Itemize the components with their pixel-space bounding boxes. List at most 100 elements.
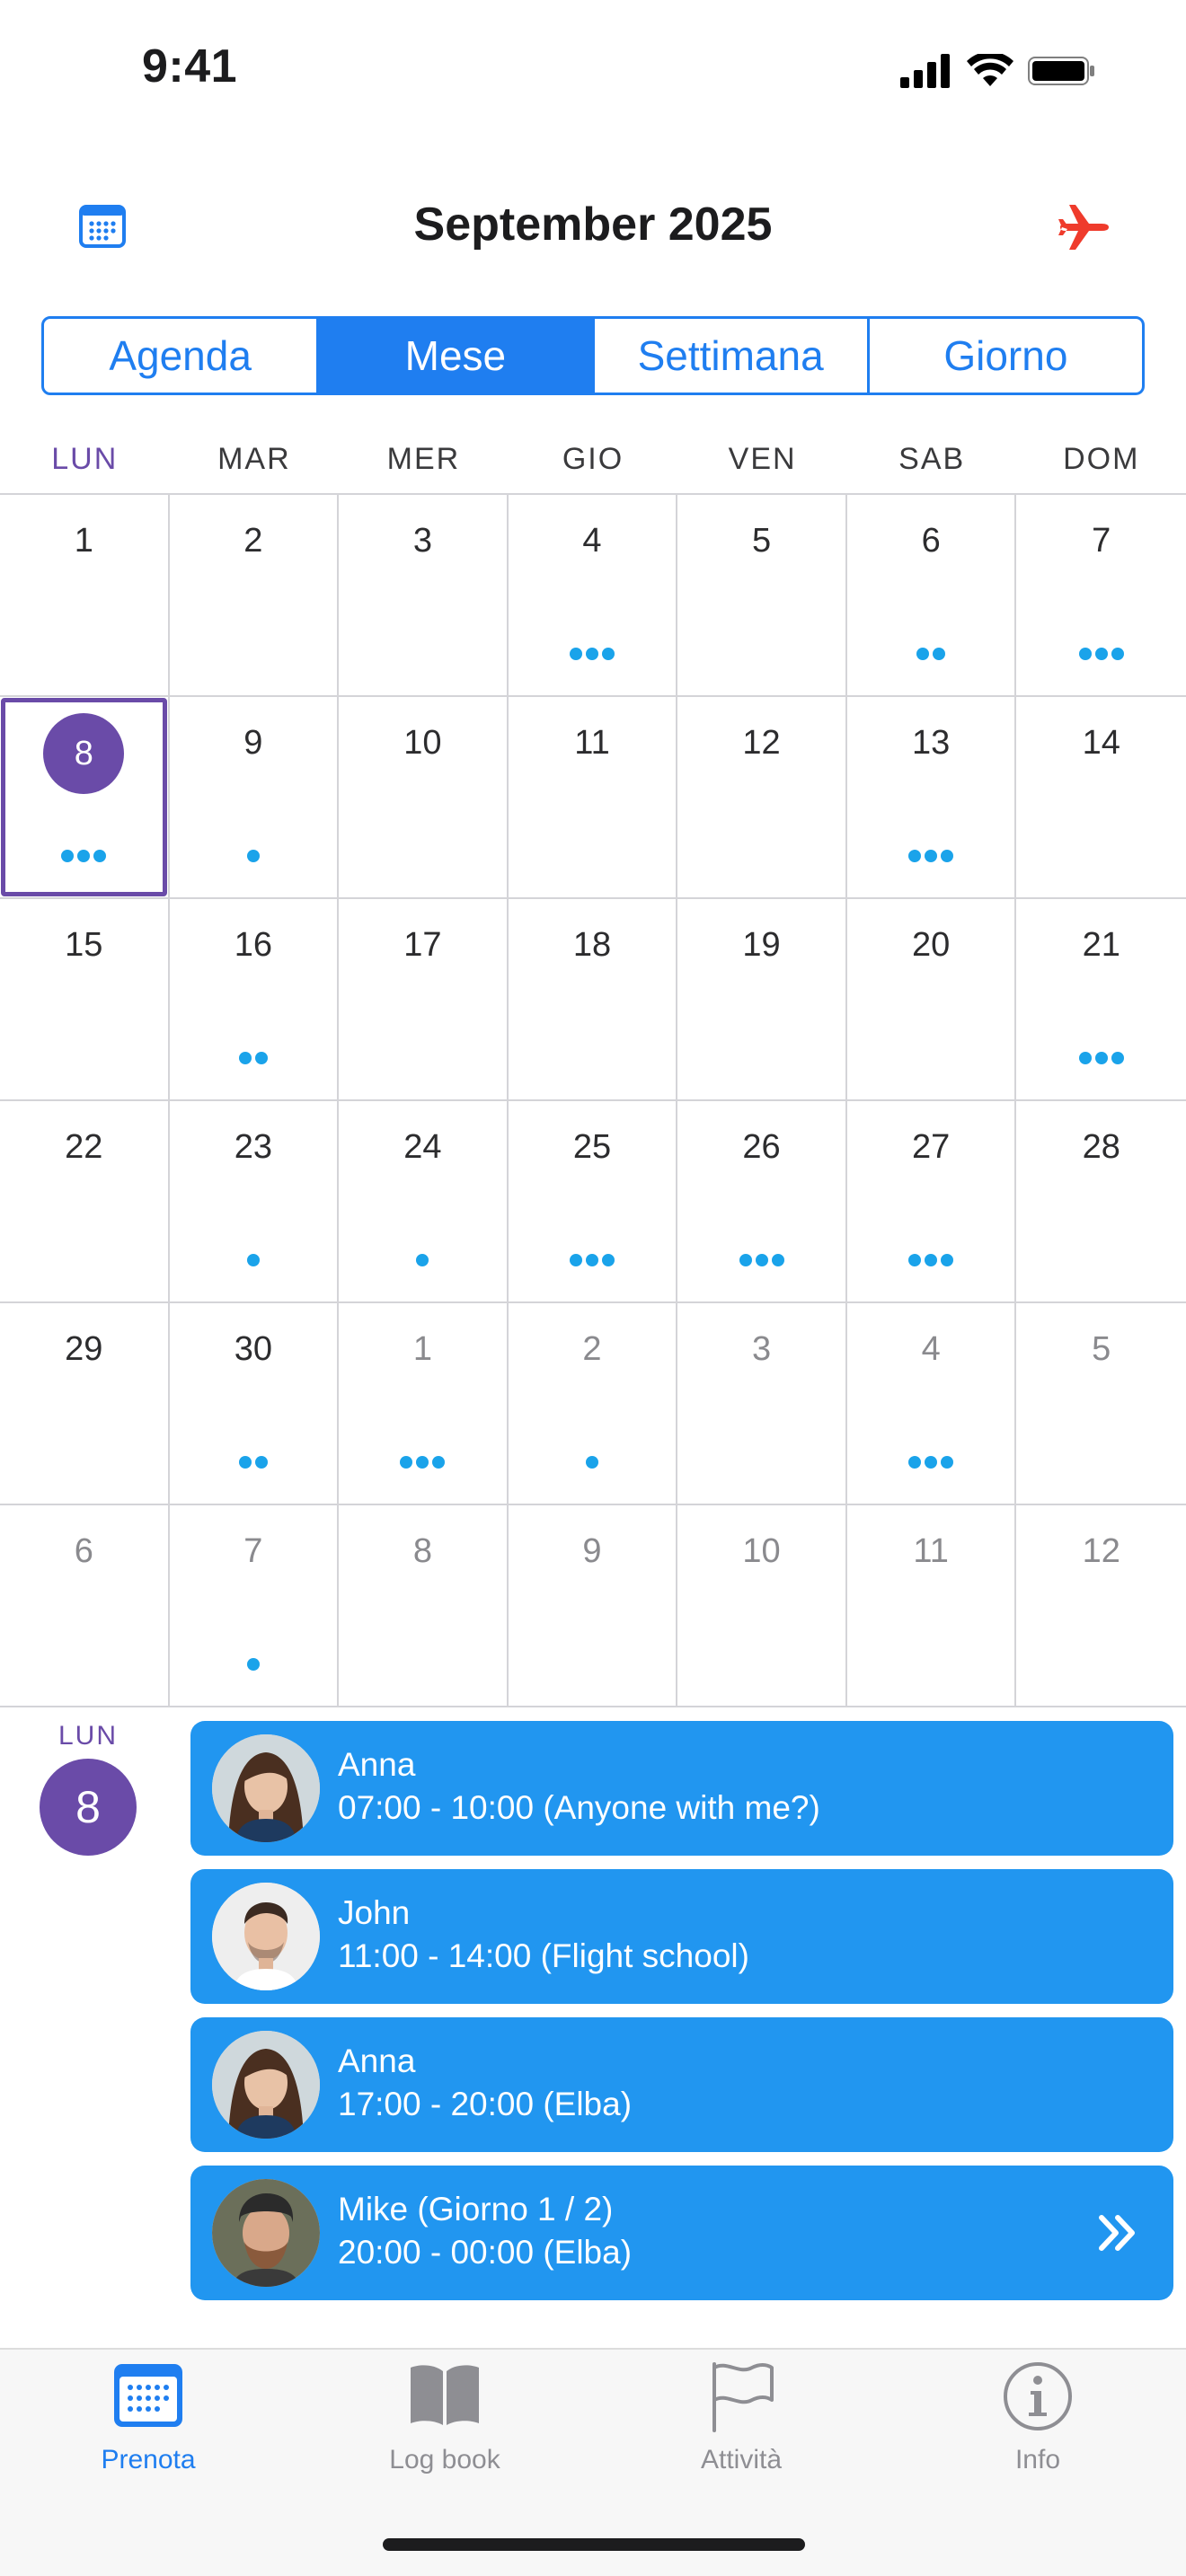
day-number: 28 xyxy=(1016,1128,1186,1167)
calendar-day[interactable]: 14 xyxy=(1016,697,1186,899)
day-number: 9 xyxy=(170,724,338,763)
tab-label: Log book xyxy=(389,2445,500,2475)
event-dot xyxy=(916,648,930,660)
day-number: 5 xyxy=(1016,1330,1186,1369)
day-number-text: 4 xyxy=(582,522,602,560)
calendar-day[interactable]: 19 xyxy=(677,899,847,1101)
home-indicator xyxy=(383,2538,805,2551)
event-pilot-name: Mike (Giorno 1 / 2) xyxy=(338,2191,614,2228)
calendar-day[interactable]: 29 xyxy=(0,1303,170,1505)
calendar-day[interactable]: 12 xyxy=(677,697,847,899)
calendar-day[interactable]: 3 xyxy=(677,1303,847,1505)
calendar-day[interactable]: 9 xyxy=(508,1505,678,1707)
calendar-day[interactable]: 6 xyxy=(846,495,1017,697)
calendar-day[interactable]: 9 xyxy=(169,697,340,899)
day-number: 15 xyxy=(0,926,168,965)
event-dots xyxy=(847,1254,1015,1266)
day-number: 23 xyxy=(170,1128,338,1167)
flight-button[interactable] xyxy=(1057,199,1112,255)
segment-giorno[interactable]: Giorno xyxy=(870,319,1142,393)
avatar xyxy=(212,2179,320,2287)
calendar-day[interactable]: 7 xyxy=(169,1505,340,1707)
event-dot xyxy=(933,648,946,660)
day-number: 14 xyxy=(1016,724,1186,763)
calendar-day[interactable]: 26 xyxy=(677,1101,847,1303)
selected-day-number: 8 xyxy=(40,1759,137,1856)
calendar-day[interactable]: 22 xyxy=(0,1101,170,1303)
calendar-day[interactable]: 21 xyxy=(1016,899,1186,1101)
day-number-text: 5 xyxy=(751,522,772,560)
calendar-day[interactable]: 2 xyxy=(508,1303,678,1505)
event-pilot-name: Anna xyxy=(338,1746,416,1783)
event-dot xyxy=(238,1456,252,1469)
day-number: 6 xyxy=(847,522,1015,560)
segment-mese[interactable]: Mese xyxy=(319,319,595,393)
day-number-text: 23 xyxy=(234,1128,272,1166)
day-number-text: 7 xyxy=(1092,522,1111,560)
event-card[interactable]: Anna 17:00 - 20:00 (Elba) xyxy=(190,2017,1173,2152)
event-card[interactable]: Mike (Giorno 1 / 2) 20:00 - 00:00 (Elba) xyxy=(190,2166,1173,2300)
calendar-day[interactable]: 8 xyxy=(339,1505,509,1707)
tab-label: Info xyxy=(1014,2445,1061,2475)
calendar-day[interactable]: 1 xyxy=(0,495,170,697)
calendar-day[interactable]: 20 xyxy=(846,899,1017,1101)
day-number-text: 2 xyxy=(582,1330,602,1368)
calendar-day[interactable]: 12 xyxy=(1016,1505,1186,1707)
day-number: 26 xyxy=(677,1128,845,1167)
calendar-day[interactable]: 17 xyxy=(339,899,509,1101)
tab-prenota[interactable]: Prenota xyxy=(0,2350,296,2493)
calendar-day[interactable]: 18 xyxy=(508,899,678,1101)
calendar-day[interactable]: 6 xyxy=(0,1505,170,1707)
day-number-text: 3 xyxy=(412,522,432,560)
day-number: 12 xyxy=(677,724,845,763)
event-pilot-name: John xyxy=(338,1894,411,1931)
calendar-day[interactable]: 30 xyxy=(169,1303,340,1505)
event-dot xyxy=(246,1658,260,1671)
event-card[interactable]: Anna 07:00 - 10:00 (Anyone with me?) xyxy=(190,1721,1173,1856)
calendar-day[interactable]: 10 xyxy=(677,1505,847,1707)
calendar-day[interactable]: 28 xyxy=(1016,1101,1186,1303)
calendar-day[interactable]: 24 xyxy=(339,1101,509,1303)
day-number-text: 16 xyxy=(234,926,272,964)
segment-settimana[interactable]: Settimana xyxy=(595,319,870,393)
day-number-text: 10 xyxy=(742,1532,781,1570)
event-dot xyxy=(77,850,91,862)
calendar-day[interactable]: 5 xyxy=(1016,1303,1186,1505)
calendar-day[interactable]: 23 xyxy=(169,1101,340,1303)
navigation-bar: September 2025 xyxy=(0,180,1186,273)
tab-log-book[interactable]: Log book xyxy=(296,2350,593,2493)
calendar-day[interactable]: 11 xyxy=(508,697,678,899)
calendar-grid-icon xyxy=(114,2364,182,2427)
day-number: 5 xyxy=(677,522,845,560)
calendar-day[interactable]: 11 xyxy=(846,1505,1017,1707)
calendar-day[interactable]: 1 xyxy=(339,1303,509,1505)
event-pilot-name: Anna xyxy=(338,2042,416,2079)
calendar-day[interactable]: 4 xyxy=(846,1303,1017,1505)
day-number: 24 xyxy=(339,1128,507,1167)
tab-attivita[interactable]: Attività xyxy=(593,2350,890,2493)
event-dot xyxy=(1111,1052,1124,1064)
event-dot xyxy=(254,1052,268,1064)
day-number-text: 6 xyxy=(921,522,941,560)
event-dot xyxy=(1094,648,1108,660)
event-dot xyxy=(585,1254,598,1266)
calendar-day[interactable]: 2 xyxy=(169,495,340,697)
event-card[interactable]: John 11:00 - 14:00 (Flight school) xyxy=(190,1869,1173,2004)
calendar-day[interactable]: 5 xyxy=(677,495,847,697)
calendar-day[interactable]: 15 xyxy=(0,899,170,1101)
calendar-day[interactable]: 7 xyxy=(1016,495,1186,697)
event-dot xyxy=(93,850,107,862)
calendar-day[interactable]: 27 xyxy=(846,1101,1017,1303)
segment-agenda[interactable]: Agenda xyxy=(44,319,320,393)
calendar-day[interactable]: 16 xyxy=(169,899,340,1101)
calendar-day[interactable]: 13 xyxy=(846,697,1017,899)
calendar-day[interactable]: 3 xyxy=(339,495,509,697)
event-dot xyxy=(601,648,615,660)
tab-info[interactable]: Info xyxy=(890,2350,1186,2493)
calendar-day[interactable]: 10 xyxy=(339,697,509,899)
calendar-day-selected[interactable]: 8 xyxy=(0,697,170,899)
calendar-day[interactable]: 4 xyxy=(508,495,678,697)
event-dots xyxy=(339,1456,507,1469)
calendar-day[interactable]: 25 xyxy=(508,1101,678,1303)
event-dot xyxy=(1111,648,1124,660)
